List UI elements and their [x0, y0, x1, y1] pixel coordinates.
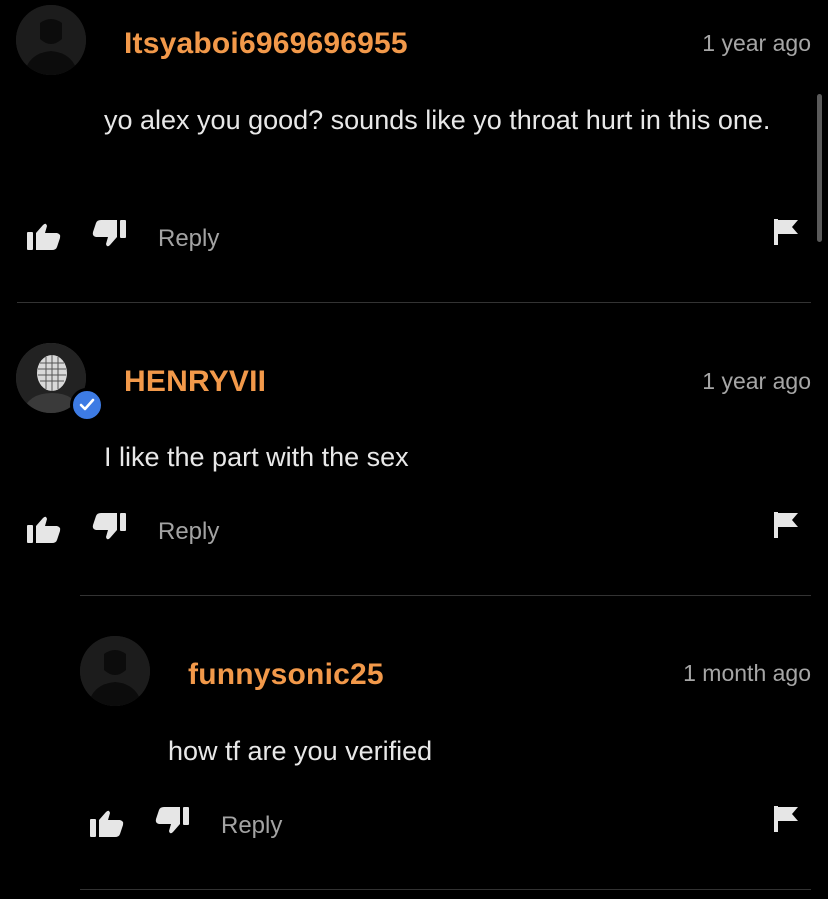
comments-page: Itsyaboi6969696955 1 year ago yo alex yo… — [0, 0, 828, 899]
flag-icon[interactable] — [774, 806, 800, 832]
reply-link[interactable]: Reply — [221, 812, 282, 840]
default-avatar-icon[interactable] — [80, 636, 150, 706]
username[interactable]: funnysonic25 — [188, 658, 384, 692]
timestamp: 1 month ago — [683, 660, 811, 686]
scrollbar[interactable] — [817, 94, 822, 242]
thumbs-up-icon[interactable] — [90, 809, 124, 837]
reply-divider — [80, 889, 811, 890]
comment-3-reply: funnysonic25 1 month ago how tf are you … — [0, 0, 828, 899]
comment-text: how tf are you verified — [168, 736, 433, 766]
thumbs-down-icon[interactable] — [155, 807, 189, 835]
